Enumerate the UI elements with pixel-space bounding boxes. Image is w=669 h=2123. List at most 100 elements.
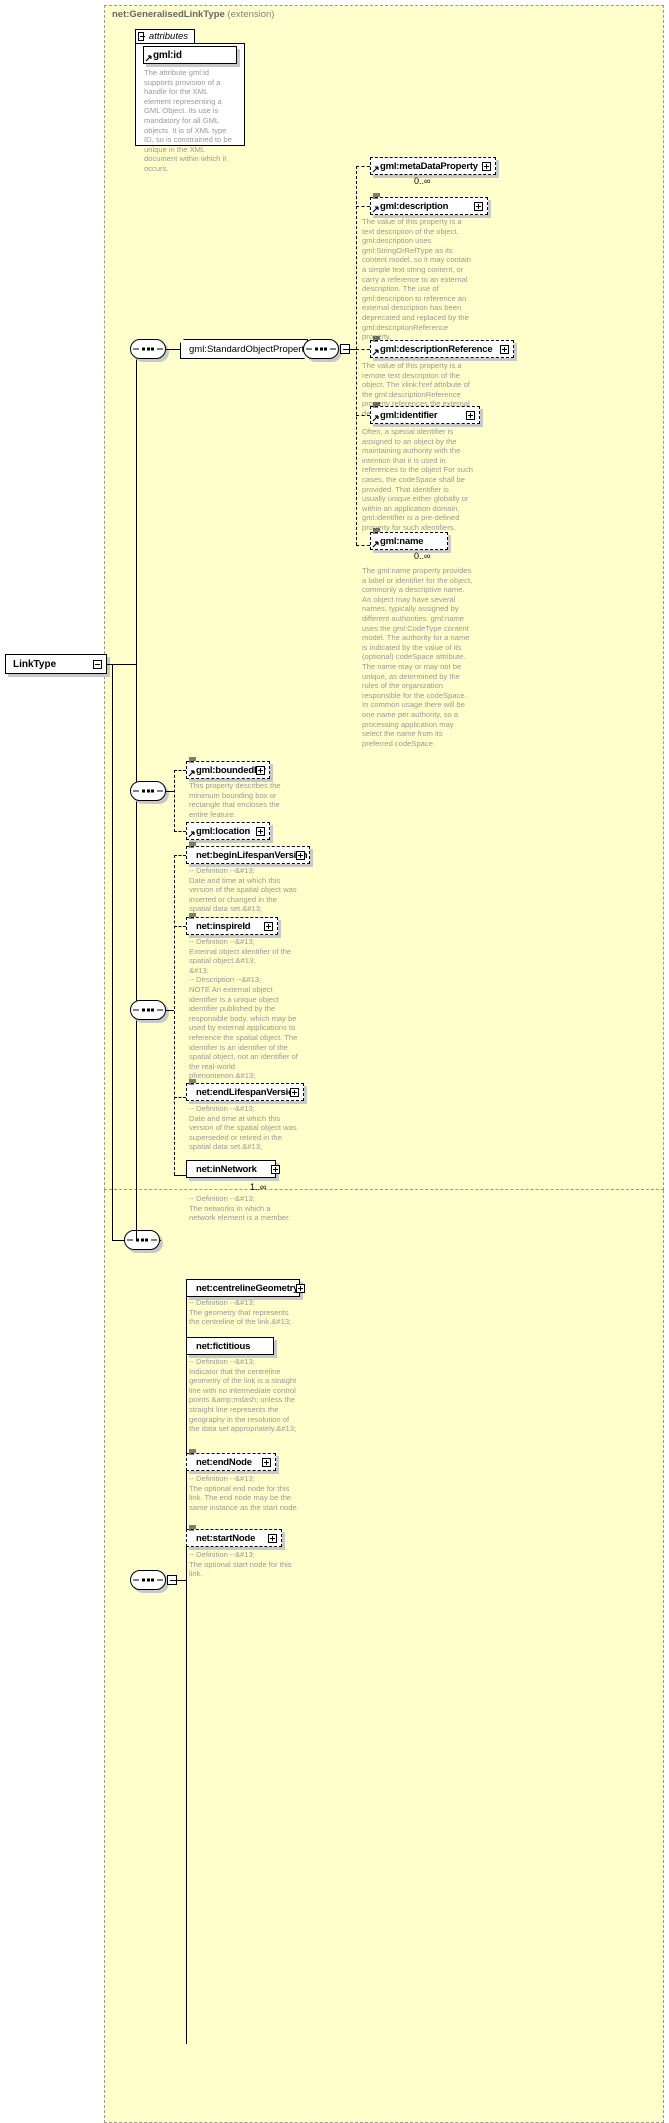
element-expand-icon[interactable] xyxy=(500,345,509,354)
element-expand-icon[interactable] xyxy=(256,827,265,836)
annotation-icon xyxy=(373,336,380,342)
element-label-gml-location: gml:location xyxy=(196,825,251,837)
element-box-net-endlifespanversion[interactable]: net:endLifespanVersion xyxy=(186,1079,304,1101)
element-box-gml-description[interactable]: gml:description xyxy=(370,193,488,215)
element-label-net-beginlifespanversion: net:beginLifespanVersion xyxy=(196,849,308,861)
cardinality-gml-metadataproperty: 0..∞ xyxy=(414,176,431,186)
cardinality-gml-name: 0..∞ xyxy=(414,551,431,561)
group-ref-standard-object-properties[interactable]: gml:StandardObjectProperties xyxy=(180,339,308,359)
connector-boundedby xyxy=(174,770,186,771)
element-box-gml-metadataproperty[interactable]: gml:metaDataProperty xyxy=(370,157,496,175)
extension-type-suffix: (extension) xyxy=(227,9,275,20)
element-annotation-net-innetwork: -- Definition --&#13; The networks in wh… xyxy=(189,1194,291,1223)
cardinality-net-innetwork: 1..∞ xyxy=(250,1182,267,1192)
annotation-icon xyxy=(189,757,196,763)
element-label-gml-description: gml:description xyxy=(380,200,449,212)
element-annotation-net-inspireid: -- Definition --&#13; External object id… xyxy=(189,937,298,1081)
element-box-net-endnode[interactable]: net:endNode xyxy=(186,1449,276,1471)
spine-feature-props xyxy=(174,770,175,832)
extension-type-title: net:GeneralisedLinkType (extension) xyxy=(112,9,274,20)
connector-location xyxy=(174,831,186,832)
link-seq-collapse-icon[interactable] xyxy=(167,1575,177,1585)
element-expand-icon[interactable] xyxy=(474,202,483,211)
sequence-compositor-main[interactable] xyxy=(130,339,166,359)
connector-feature-seq xyxy=(166,791,174,792)
element-expand-icon[interactable] xyxy=(482,162,491,171)
annotation-icon xyxy=(189,1525,196,1531)
element-label-gml-descriptionreference: gml:descriptionReference xyxy=(380,343,493,355)
root-type-box[interactable]: LinkType xyxy=(5,654,107,674)
element-expand-icon[interactable] xyxy=(262,1458,271,1467)
element-expand-icon[interactable] xyxy=(296,851,305,860)
attributes-collapse-icon[interactable] xyxy=(138,32,145,41)
connector-innetwork xyxy=(174,1175,186,1176)
element-annotation-gml-identifier: Often, a special identifier is assigned … xyxy=(362,427,474,532)
element-label-net-startnode: net:startNode xyxy=(196,1532,256,1544)
sequence-compositor-sop[interactable] xyxy=(303,339,339,359)
sequence-compositor-network[interactable] xyxy=(130,1000,166,1020)
connector-name xyxy=(356,545,370,546)
element-annotation-net-fictitious: -- Definition --&#13; Indicator that the… xyxy=(189,1357,297,1434)
element-box-net-innetwork[interactable]: net:inNetwork xyxy=(186,1160,280,1178)
connector-metadataproperty xyxy=(356,166,370,167)
connector-description xyxy=(356,206,370,207)
element-annotation-net-endnode: -- Definition --&#13; The optional end n… xyxy=(189,1474,299,1512)
element-label-net-endnode: net:endNode xyxy=(196,1456,252,1468)
connector-seq-to-group xyxy=(166,349,180,350)
extension-panel-lower xyxy=(104,1190,664,2123)
element-annotation-net-beginlifespanversion: -- Definition --&#13; Date and time at w… xyxy=(189,866,297,914)
element-expand-icon[interactable] xyxy=(271,1165,280,1174)
attribute-label-gml-id: gml:id xyxy=(153,49,182,61)
connector-inspireid xyxy=(174,926,186,927)
element-expand-icon[interactable] xyxy=(290,1088,299,1097)
element-box-gml-boundedby[interactable]: gml:boundedBy xyxy=(186,757,270,779)
attribute-box-gml-id[interactable]: gml:id xyxy=(143,46,237,64)
connector-link-seq-spine xyxy=(177,1580,186,1581)
spine-standard-object-properties xyxy=(356,166,357,545)
element-box-gml-descriptionreference[interactable]: gml:descriptionReference xyxy=(370,336,514,358)
element-label-gml-identifier: gml:identifier xyxy=(380,409,438,421)
annotation-icon xyxy=(189,1079,196,1085)
element-box-gml-identifier[interactable]: gml:identifier xyxy=(370,402,480,424)
element-box-net-fictitious[interactable]: net:fictitious xyxy=(186,1337,274,1355)
element-annotation-gml-name: The gml:name property provides a label o… xyxy=(362,566,475,748)
sequence-compositor-link[interactable] xyxy=(130,1570,166,1590)
annotation-icon xyxy=(373,402,380,408)
element-box-gml-location[interactable]: gml:location xyxy=(186,822,270,840)
connector-beginlifespan xyxy=(174,855,186,856)
element-box-net-centrelinegeometry[interactable]: net:centrelineGeometry xyxy=(186,1279,305,1297)
connector-network-seq xyxy=(166,1010,174,1011)
element-label-gml-boundedby: gml:boundedBy xyxy=(196,764,266,776)
element-box-gml-name[interactable]: gml:name xyxy=(370,528,448,550)
sequence-compositor-bottom-root[interactable] xyxy=(124,1230,160,1250)
element-label-net-fictitious: net:fictitious xyxy=(196,1340,251,1352)
element-annotation-net-startnode: -- Definition --&#13; The optional start… xyxy=(189,1550,292,1579)
element-expand-icon[interactable] xyxy=(268,1534,277,1543)
element-expand-icon[interactable] xyxy=(256,766,265,775)
element-box-net-inspireid[interactable]: net:inspireId xyxy=(186,913,278,935)
sequence-compositor-feature[interactable] xyxy=(130,781,166,801)
annotation-icon xyxy=(373,528,380,534)
annotation-icon xyxy=(189,913,196,919)
connector-identifier xyxy=(356,415,370,416)
element-expand-icon[interactable] xyxy=(264,922,273,931)
connector-descriptionreference xyxy=(356,349,370,350)
connector-root-spine-lower xyxy=(136,1216,137,1240)
spine-link-props xyxy=(186,1288,187,2044)
connector-left-rail-to-seq xyxy=(112,1240,125,1241)
sop-seq-collapse-icon[interactable] xyxy=(340,344,350,354)
connector-noop xyxy=(160,1240,161,1241)
attribute-annotation-gml-id: The attribute gml:id supports provision … xyxy=(144,68,234,173)
element-annotation-gml-boundedby: This property describes the minimum boun… xyxy=(189,781,281,819)
element-box-net-beginlifespanversion[interactable]: net:beginLifespanVersion xyxy=(186,842,310,864)
element-expand-icon[interactable] xyxy=(466,411,475,420)
attributes-tab[interactable]: attributes xyxy=(135,29,195,43)
root-type-label: LinkType xyxy=(13,658,57,670)
schema-diagram-canvas: net:GeneralisedLinkType (extension) Link… xyxy=(0,0,669,2123)
element-annotation-net-endlifespanversion: -- Definition --&#13; Date and time at w… xyxy=(189,1104,297,1152)
annotation-icon xyxy=(373,193,380,199)
element-expand-icon[interactable] xyxy=(296,1284,305,1293)
element-box-net-startnode[interactable]: net:startNode xyxy=(186,1525,282,1547)
element-label-gml-metadataproperty: gml:metaDataProperty xyxy=(380,160,478,172)
root-collapse-icon[interactable] xyxy=(93,660,102,669)
